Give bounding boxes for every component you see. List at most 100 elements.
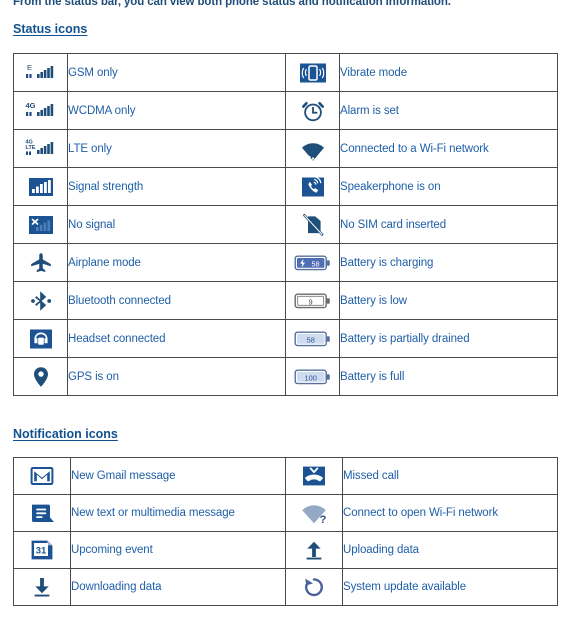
- table-row: 4G LTE LTE only Connected to a Wi-Fi net…: [13, 129, 558, 168]
- icon-cell: [13, 568, 71, 606]
- icon-cell: [13, 205, 68, 244]
- icon-description-label: New Gmail message: [70, 457, 286, 495]
- icon-cell: [13, 457, 71, 495]
- icon-description-label: Alarm is set: [339, 91, 558, 130]
- gps-on-icon: [30, 365, 52, 389]
- icon-cell: [285, 457, 343, 495]
- icon-cell: [285, 91, 340, 130]
- battery-low-icon: 9: [294, 291, 332, 311]
- status-icons-table: E GSM only Vibrate mode 4G WCDMA only Al…: [13, 53, 558, 396]
- icon-description-label: Connect to open Wi-Fi network: [342, 494, 558, 532]
- icon-cell: 4G: [13, 91, 68, 130]
- icon-cell: 9: [285, 281, 340, 320]
- icon-description-label: GPS is on: [67, 357, 286, 396]
- speakerphone-on-icon: [300, 175, 326, 199]
- icon-cell: 4G LTE: [13, 129, 68, 168]
- icon-cell: [13, 494, 71, 532]
- battery-full-icon: 100: [294, 367, 332, 387]
- table-row: Bluetooth connected 9 Battery is low: [13, 281, 558, 320]
- svg-text:E: E: [27, 63, 32, 72]
- icon-cell: [13, 281, 68, 320]
- icon-cell: 58: [285, 319, 340, 358]
- notification-icons-table: New Gmail message Missed call New text o…: [13, 457, 558, 606]
- icon-description-label: Battery is charging: [339, 243, 558, 282]
- icon-cell: [285, 167, 340, 206]
- icon-cell: [13, 319, 68, 358]
- gsm-only-icon: E: [24, 61, 58, 85]
- headset-connected-icon: [28, 327, 54, 351]
- bluetooth-connected-icon: [29, 289, 53, 313]
- svg-text:58: 58: [311, 259, 319, 268]
- icon-description-label: System update available: [342, 568, 558, 606]
- icon-cell: E: [13, 53, 68, 92]
- icon-description-label: New text or multimedia message: [70, 494, 286, 532]
- icon-description-label: LTE only: [67, 129, 286, 168]
- table-row: No signal No SIM card inserted: [13, 205, 558, 244]
- svg-text:58: 58: [306, 335, 314, 344]
- icon-description-label: Connected to a Wi-Fi network: [339, 129, 558, 168]
- section-heading-status-icons: Status icons: [13, 22, 88, 36]
- new-text-message-icon: [29, 502, 55, 524]
- icon-description-label: Upcoming event: [70, 531, 286, 569]
- icon-cell: 58: [285, 243, 340, 282]
- battery-partial-icon: 58: [294, 329, 332, 349]
- table-row: New text or multimedia message ? Connect…: [13, 494, 558, 532]
- icon-description-label: Uploading data: [342, 531, 558, 569]
- page-root: From the status bar, you can view both p…: [0, 0, 569, 622]
- icon-cell: [285, 205, 340, 244]
- no-signal-icon: [27, 213, 55, 237]
- svg-text:?: ?: [320, 514, 327, 524]
- icon-description-label: Speakerphone is on: [339, 167, 558, 206]
- table-row: E GSM only Vibrate mode: [13, 53, 558, 92]
- section-heading-notification-icons: Notification icons: [13, 427, 118, 441]
- icon-description-label: Battery is full: [339, 357, 558, 396]
- wcdma-only-icon: 4G: [24, 99, 58, 123]
- table-row: 4G WCDMA only Alarm is set: [13, 91, 558, 130]
- icon-description-label: Headset connected: [67, 319, 286, 358]
- wifi-connected-icon: [300, 137, 326, 161]
- icon-cell: [13, 243, 68, 282]
- icon-description-label: No SIM card inserted: [339, 205, 558, 244]
- icon-cell: [285, 53, 340, 92]
- table-row: Downloading data System update available: [13, 568, 558, 606]
- svg-text:LTE: LTE: [25, 145, 35, 151]
- icon-cell: [285, 129, 340, 168]
- table-row: Airplane mode 58 Battery is charging: [13, 243, 558, 282]
- upcoming-event-icon: 31: [30, 539, 54, 561]
- alarm-set-icon: [301, 99, 325, 123]
- svg-text:100: 100: [304, 373, 316, 382]
- system-update-icon: [302, 576, 326, 598]
- table-row: Signal strength Speakerphone is on: [13, 167, 558, 206]
- new-gmail-message-icon: [30, 465, 54, 487]
- icon-description-label: WCDMA only: [67, 91, 286, 130]
- missed-call-icon: [301, 465, 327, 487]
- icon-cell: ?: [285, 494, 343, 532]
- icon-description-label: Battery is partially drained: [339, 319, 558, 358]
- open-wifi-network-icon: ?: [300, 502, 328, 524]
- icon-description-label: Signal strength: [67, 167, 286, 206]
- icon-description-label: Downloading data: [70, 568, 286, 606]
- icon-description-label: Vibrate mode: [339, 53, 558, 92]
- downloading-data-icon: [31, 576, 53, 598]
- icon-description-label: Bluetooth connected: [67, 281, 286, 320]
- uploading-data-icon: [303, 539, 325, 561]
- svg-text:9: 9: [308, 297, 312, 306]
- table-row: New Gmail message Missed call: [13, 457, 558, 495]
- no-sim-card-icon: [301, 213, 325, 237]
- icon-cell: [285, 531, 343, 569]
- icon-cell: [285, 568, 343, 606]
- lte-only-icon: 4G LTE: [24, 137, 58, 161]
- svg-text:4G: 4G: [25, 101, 35, 110]
- table-row: 31 Upcoming event Uploading data: [13, 531, 558, 569]
- icon-cell: [13, 167, 68, 206]
- icon-cell: [13, 357, 68, 396]
- icon-cell: 100: [285, 357, 340, 396]
- icon-description-label: GSM only: [67, 53, 286, 92]
- table-row: Headset connected 58 Battery is partiall…: [13, 319, 558, 358]
- icon-description-label: No signal: [67, 205, 286, 244]
- vibrate-mode-icon: [298, 61, 328, 85]
- icon-description-label: Missed call: [342, 457, 558, 495]
- icon-cell: 31: [13, 531, 71, 569]
- signal-strength-icon: [27, 175, 55, 199]
- svg-text:31: 31: [36, 545, 47, 556]
